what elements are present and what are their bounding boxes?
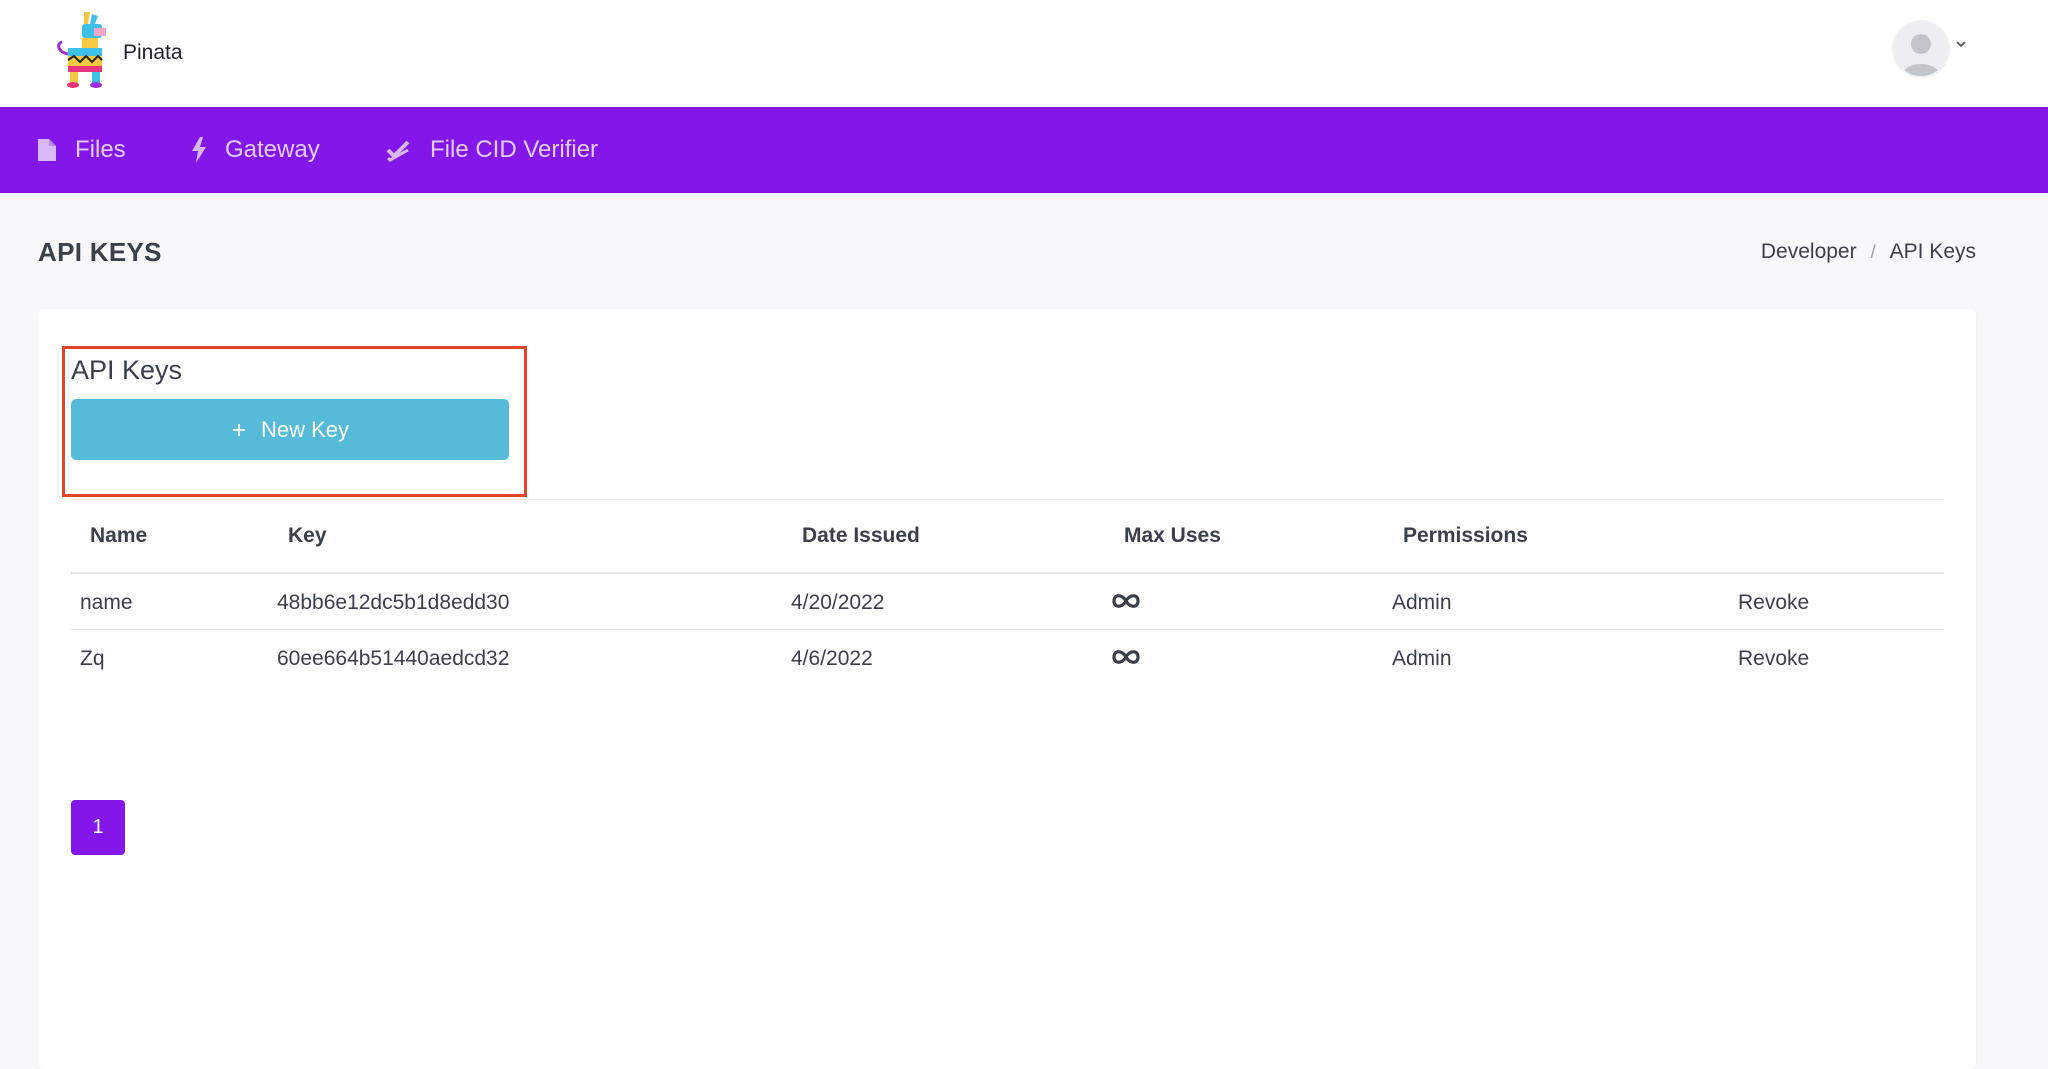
chevron-down-icon[interactable]	[1954, 38, 1968, 50]
nav-label-file-cid-verifier: File CID Verifier	[430, 136, 599, 163]
nav-item-file-cid-verifier[interactable]: File CID Verifier	[386, 107, 598, 193]
bolt-icon	[192, 137, 206, 163]
plus-icon	[232, 423, 245, 436]
cell-key: 60ee664b51440aedcd32	[277, 647, 510, 670]
cell-date-issued: 4/6/2022	[791, 647, 873, 670]
cell-key: 48bb6e12dc5b1d8edd30	[277, 591, 510, 614]
user-avatar-icon[interactable]	[1894, 22, 1948, 76]
nav-label-files: Files	[75, 136, 126, 163]
double-check-icon	[386, 140, 410, 162]
brand-name: Pinata	[123, 41, 183, 64]
column-header-permissions[interactable]: Permissions	[1403, 524, 1528, 548]
column-header-name[interactable]: Name	[90, 524, 147, 548]
row-divider	[71, 629, 1944, 630]
pagination-page-1[interactable]: 1	[71, 800, 125, 855]
new-key-label: New Key	[260, 416, 350, 442]
main-nav: Files Gateway File CID Verifier	[0, 107, 2048, 193]
cell-date-issued: 4/20/2022	[791, 591, 885, 614]
breadcrumb-api-keys: API Keys	[1889, 240, 1976, 263]
section-title: API Keys	[71, 355, 183, 385]
new-key-button[interactable]: New Key	[71, 399, 509, 460]
header-divider	[71, 572, 1944, 574]
revoke-button[interactable]: Revoke	[1738, 591, 1809, 615]
infinity-icon	[1112, 650, 1140, 664]
column-header-max-uses[interactable]: Max Uses	[1124, 524, 1221, 548]
nav-item-files[interactable]: Files	[37, 107, 126, 193]
pinata-logo-icon[interactable]	[54, 10, 110, 88]
revoke-button[interactable]: Revoke	[1738, 647, 1809, 671]
breadcrumb-separator: /	[1870, 241, 1876, 262]
nav-item-gateway[interactable]: Gateway	[191, 107, 320, 193]
nav-label-gateway: Gateway	[225, 136, 320, 163]
cell-permissions: Admin	[1392, 591, 1452, 614]
divider	[71, 499, 1944, 500]
infinity-icon	[1112, 594, 1140, 608]
breadcrumb-developer[interactable]: Developer	[1761, 240, 1857, 264]
breadcrumb: Developer / API Keys	[1761, 240, 1976, 264]
column-header-date-issued[interactable]: Date Issued	[802, 524, 920, 548]
top-bar: Pinata	[0, 0, 2048, 107]
page-title: API KEYS	[38, 237, 162, 267]
cell-name: name	[80, 591, 133, 614]
file-icon	[38, 139, 56, 161]
cell-name: Zq	[80, 647, 105, 670]
column-header-key[interactable]: Key	[288, 524, 327, 548]
cell-permissions: Admin	[1392, 647, 1452, 670]
